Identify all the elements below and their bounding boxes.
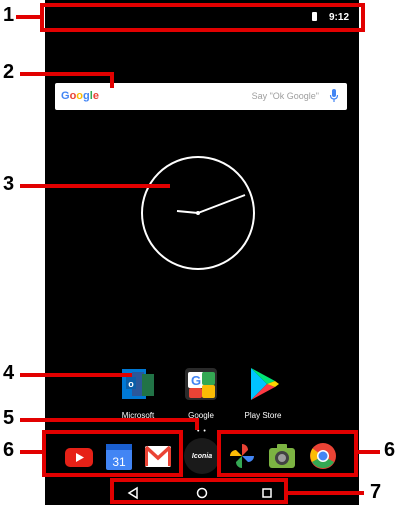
app-play-store[interactable]: Play Store [233,366,293,420]
google-logo-letter: e [92,90,99,102]
annotation-number: 1 [3,4,15,26]
annotation-line [20,450,44,454]
annotation-line [110,72,114,88]
minute-hand [197,194,246,214]
annotation-number: 2 [3,61,15,83]
google-logo: Google [61,90,99,102]
annotation-number: 6 [3,439,15,461]
app-label: Play Store [244,411,282,420]
app-google-folder[interactable]: G Google [171,366,231,420]
annotation-number: 6 [384,439,396,461]
analog-clock-widget[interactable] [139,154,257,272]
svg-text:G: G [191,373,201,388]
annotation-number: 5 [3,407,15,429]
google-search-bar[interactable]: Google Say "Ok Google" [55,83,347,110]
annotation-line [356,450,380,454]
annotation-number: 3 [3,173,15,195]
annotation-box-dock-left [42,430,183,477]
annotation-number: 4 [3,362,15,384]
google-logo-letter: g [83,90,90,102]
annotation-line [286,491,364,495]
annotation-box-dock-right [217,430,358,477]
annotation-line [195,418,199,430]
annotation-line [16,15,42,19]
google-folder-icon: G [185,368,217,400]
annotation-box-status-bar [40,3,365,32]
annotation-line [20,418,198,422]
annotation-box-nav-bar [110,478,288,504]
microsoft-folder-icon: o [122,369,154,399]
play-store-icon [251,368,279,400]
google-logo-letter: G [61,90,70,102]
mic-icon[interactable] [329,89,339,104]
annotation-number: 7 [370,481,382,503]
hour-hand [176,210,199,214]
annotation-line [20,373,132,377]
iconia-button[interactable]: Iconia [184,438,220,474]
annotation-line [20,72,114,76]
annotation-line [20,184,170,188]
search-hint: Say "Ok Google" [251,91,319,101]
svg-text:o: o [128,379,134,389]
